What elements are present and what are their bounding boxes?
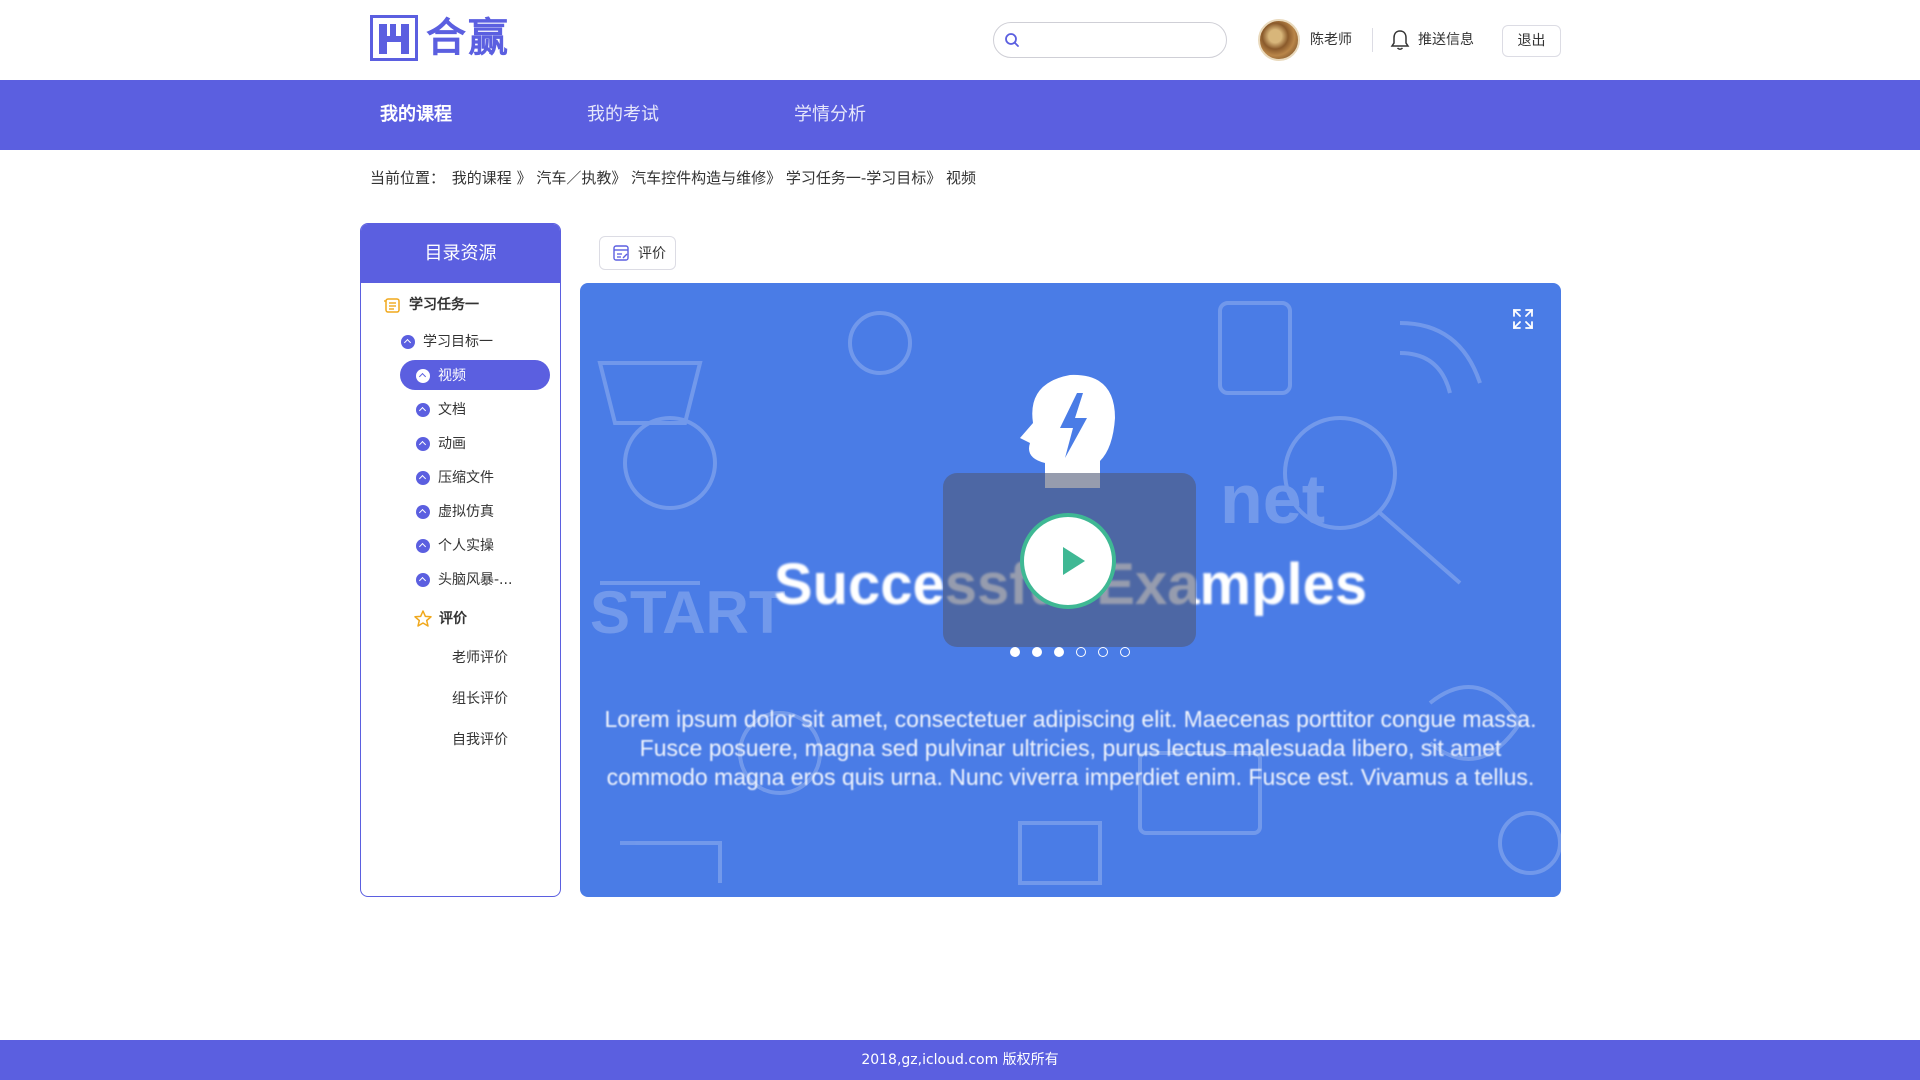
slide-dot[interactable] (1054, 647, 1064, 657)
breadcrumb: 当前位置： 我的课程 》 汽车／执教》 汽车控件构造与维修》 学习任务一-学习目… (370, 168, 978, 188)
tree-item-document[interactable]: 文档 (416, 401, 466, 419)
tree-item-practice[interactable]: 个人实操 (416, 537, 494, 555)
slide-dot[interactable] (1010, 647, 1020, 657)
slide-pagination (1010, 647, 1130, 657)
tree-evaluate-label: 评价 (439, 611, 467, 627)
tree-item-label: 文档 (438, 402, 466, 418)
slide-dot[interactable] (1098, 647, 1108, 657)
evaluate-tab-button[interactable]: 评价 (599, 236, 676, 270)
bell-icon[interactable] (1390, 29, 1410, 51)
svg-text:net: net (1220, 460, 1325, 538)
nav-my-courses[interactable]: 我的课程 (380, 104, 452, 126)
username[interactable]: 陈老师 (1310, 30, 1352, 50)
tree-item-animation[interactable]: 动画 (416, 435, 466, 453)
tree-goal-label: 学习目标一 (423, 334, 493, 350)
video-player[interactable]: START net Successful Examples Lorem ipsu… (580, 283, 1561, 897)
tree-item-label: 个人实操 (438, 538, 494, 554)
tree-item-label: 头脑风暴-... (438, 572, 513, 588)
chevron-up-icon (416, 505, 430, 519)
logout-button[interactable]: 退出 (1502, 25, 1561, 57)
tree-item-simulation[interactable]: 虚拟仿真 (416, 503, 494, 521)
tree-item-archive[interactable]: 压缩文件 (416, 469, 494, 487)
star-icon (414, 610, 432, 627)
tree-item-label: 虚拟仿真 (438, 504, 494, 520)
main-nav: 我的课程 我的考试 学情分析 (0, 80, 1920, 150)
logo-icon (370, 15, 418, 61)
tree-item-label: 自我评价 (452, 732, 508, 748)
fullscreen-icon[interactable] (1511, 307, 1535, 331)
chevron-up-icon (416, 471, 430, 485)
slide-body-text: Lorem ipsum dolor sit amet, consectetuer… (604, 706, 1537, 790)
header: 合赢 陈老师 推送信息 退出 (0, 0, 1920, 80)
tree-task[interactable]: 学习任务一 (383, 296, 479, 314)
chevron-up-icon (416, 539, 430, 553)
avatar[interactable] (1258, 19, 1300, 61)
tree-item-label: 老师评价 (452, 650, 508, 666)
search-box[interactable] (993, 22, 1227, 58)
sidebar-title: 目录资源 (361, 224, 560, 283)
logo[interactable]: 合赢 (370, 14, 510, 62)
chevron-up-icon (416, 403, 430, 417)
breadcrumb-prefix: 当前位置： (370, 169, 446, 187)
tree-item-label: 压缩文件 (438, 470, 494, 486)
tree-eval-self[interactable]: 自我评价 (452, 731, 508, 749)
push-messages-link[interactable]: 推送信息 (1418, 30, 1474, 50)
slide-dot[interactable] (1076, 647, 1086, 657)
tree-goal[interactable]: 学习目标一 (401, 333, 493, 351)
slide-dot[interactable] (1032, 647, 1042, 657)
play-button[interactable] (1020, 513, 1116, 609)
resource-sidebar: 目录资源 学习任务一 学习目标一 视频 文档 动画 压缩文件 虚拟仿真 个人实操… (360, 223, 561, 897)
tree-item-brainstorm[interactable]: 头脑风暴-... (416, 571, 512, 589)
search-icon[interactable] (1004, 32, 1020, 48)
breadcrumb-path[interactable]: 我的课程 》 汽车／执教》 汽车控件构造与维修》 学习任务一-学习目标》 视频 (452, 169, 976, 187)
nav-learning-analysis[interactable]: 学情分析 (794, 104, 866, 126)
logo-text: 合赢 (426, 15, 510, 61)
tree-evaluate[interactable]: 评价 (413, 609, 467, 629)
search-input[interactable] (1028, 29, 1214, 51)
tree-item-label: 动画 (438, 436, 466, 452)
tree-eval-teacher[interactable]: 老师评价 (452, 649, 508, 667)
slide-dot[interactable] (1120, 647, 1130, 657)
chevron-up-icon (401, 335, 415, 349)
nav-my-exams[interactable]: 我的考试 (587, 104, 659, 126)
edit-form-icon (613, 245, 629, 261)
tree-item-label: 组长评价 (452, 691, 508, 707)
tree-item-video[interactable]: 视频 (416, 367, 466, 385)
footer: 2018,gz,icloud.com 版权所有 (0, 1040, 1920, 1080)
chevron-up-icon (416, 369, 430, 383)
chevron-up-icon (416, 437, 430, 451)
tree-task-label: 学习任务一 (409, 297, 479, 313)
chevron-up-icon (416, 573, 430, 587)
task-list-icon (384, 298, 400, 313)
tree-item-label: 视频 (438, 368, 466, 384)
header-divider (1372, 28, 1373, 52)
tree-eval-leader[interactable]: 组长评价 (452, 690, 508, 708)
evaluate-tab-label: 评价 (638, 246, 666, 262)
